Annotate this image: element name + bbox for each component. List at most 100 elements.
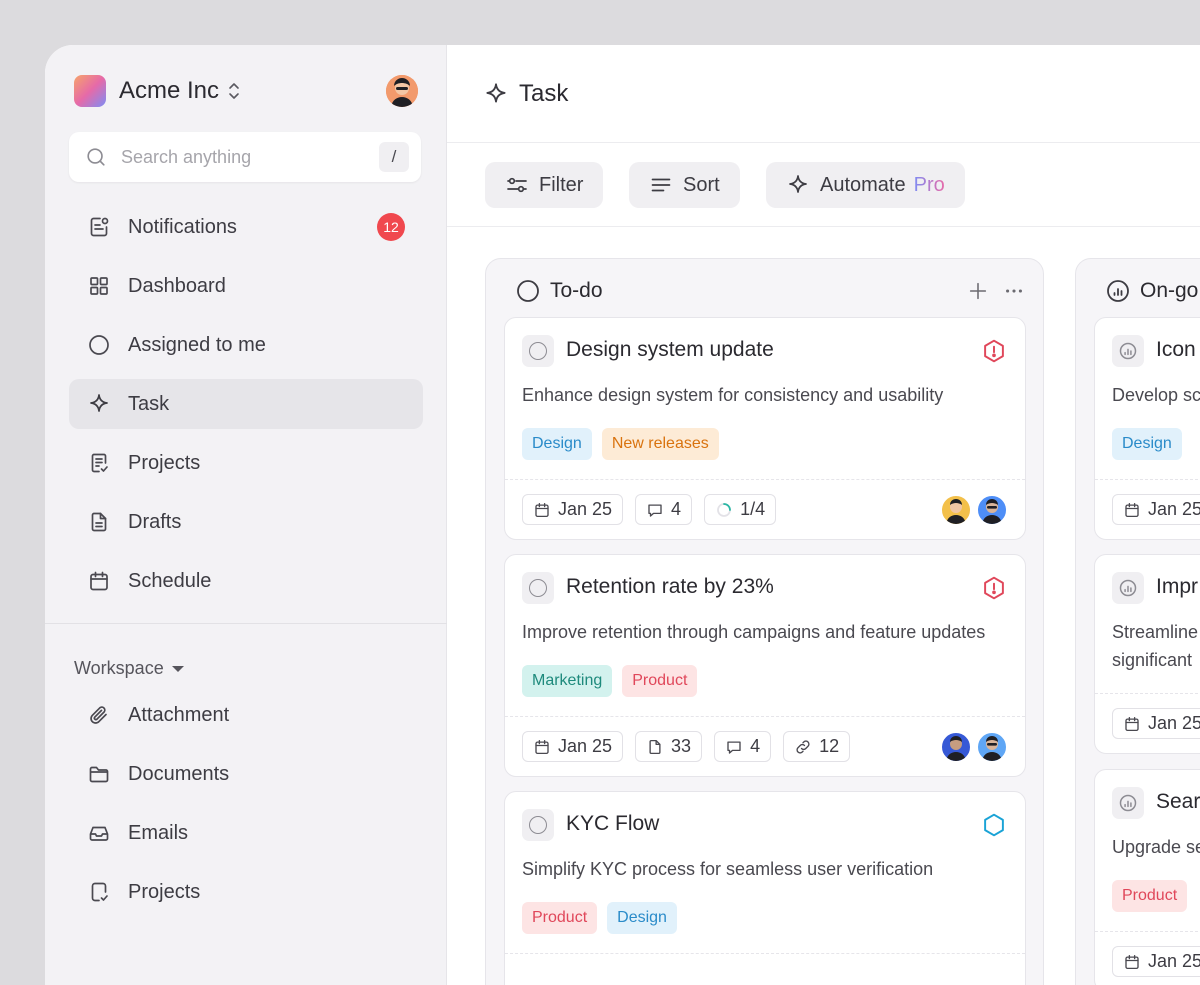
nav-label: Schedule <box>128 569 212 592</box>
comments-chip[interactable]: 4 <box>635 494 693 525</box>
assignee-avatar[interactable] <box>976 494 1008 526</box>
page-header: Task <box>447 45 1200 143</box>
dashboard-grid-icon <box>90 277 108 295</box>
more-horizontal-icon[interactable] <box>1003 280 1025 302</box>
todo-circle-icon <box>517 280 539 302</box>
task-description: Improve retention through campaigns and … <box>522 622 986 642</box>
comments-chip[interactable]: 4 <box>714 731 772 762</box>
task-checkbox[interactable] <box>522 335 554 367</box>
assignee-avatar[interactable] <box>940 494 972 526</box>
column-todo: To-do Design system update Enhance desig… <box>485 258 1044 985</box>
folder-icon <box>89 766 109 783</box>
workspace-section-toggle[interactable]: Workspace <box>74 658 184 679</box>
due-date-chip[interactable]: Jan 25 <box>1112 946 1200 977</box>
user-avatar-image <box>386 75 418 107</box>
tag-design: Design <box>607 902 677 934</box>
task-checkbox[interactable] <box>522 809 554 841</box>
task-card[interactable]: Retention rate by 23% Improve retention … <box>504 554 1026 777</box>
sparkle-icon <box>789 175 807 193</box>
task-description: Enhance design system for consistency an… <box>522 385 944 405</box>
task-title: KYC Flow <box>566 812 660 835</box>
subtask-progress-chip[interactable]: 1/4 <box>704 494 777 525</box>
due-date-chip[interactable]: Jan 25 <box>1112 494 1200 525</box>
sparkle-icon <box>90 394 108 412</box>
plus-icon[interactable] <box>967 280 989 302</box>
nav-item-workspace-projects[interactable]: Projects <box>69 867 423 917</box>
task-title: Retention rate by 23% <box>566 575 774 598</box>
filter-label: Filter <box>539 173 584 196</box>
filter-button[interactable]: Filter <box>485 162 604 208</box>
user-avatar[interactable] <box>386 75 418 107</box>
task-status-icon[interactable] <box>1112 787 1144 819</box>
nav-item-assigned[interactable]: Assigned to me <box>69 320 423 370</box>
task-description: Upgrade se <box>1112 837 1200 857</box>
nav-label: Assigned to me <box>128 333 266 356</box>
nav-label: Attachment <box>128 703 230 726</box>
page-title: Task <box>519 79 569 107</box>
org-logo <box>74 75 106 107</box>
nav-item-dashboard[interactable]: Dashboard <box>69 261 423 311</box>
links-chip[interactable]: 12 <box>783 731 851 762</box>
task-card[interactable]: KYC Flow Simplify KYC process for seamle… <box>504 791 1026 985</box>
assignee-avatar[interactable] <box>976 731 1008 763</box>
nav-item-schedule[interactable]: Schedule <box>69 556 423 606</box>
task-status-icon[interactable] <box>1112 572 1144 604</box>
automate-button[interactable]: Automate Pro <box>766 162 965 208</box>
org-switcher[interactable]: Acme Inc <box>74 75 418 107</box>
paperclip-icon <box>90 706 107 724</box>
file-icon <box>649 739 661 754</box>
caret-down-icon <box>171 665 184 672</box>
subtask-progress: 1/4 <box>740 499 766 519</box>
sidebar: Acme Inc Search anything / Notifications… <box>45 45 447 985</box>
nav-item-drafts[interactable]: Drafts <box>69 497 423 547</box>
comment-icon <box>727 740 741 754</box>
nav-item-emails[interactable]: Emails <box>69 808 423 858</box>
task-title: Impr <box>1156 575 1198 598</box>
due-date-chip[interactable]: Jan 25 <box>522 494 624 525</box>
org-name: Acme Inc <box>119 77 220 104</box>
priority-urgent-icon <box>984 339 1004 363</box>
comment-icon <box>648 503 662 517</box>
files-chip[interactable]: 33 <box>635 731 703 762</box>
nav-label: Drafts <box>128 510 182 533</box>
assignee-avatar[interactable] <box>940 731 972 763</box>
task-status-icon[interactable] <box>1112 335 1144 367</box>
nav-item-projects[interactable]: Projects <box>69 438 423 488</box>
notification-count-badge: 12 <box>377 213 405 241</box>
due-date-chip[interactable]: Jan 25 <box>1112 708 1200 739</box>
task-card[interactable]: Icon Develop sc Design Jan 25 <box>1094 317 1200 540</box>
workspace-label: Workspace <box>74 658 164 678</box>
sort-lines-icon <box>651 178 671 192</box>
tag-product: Product <box>522 902 598 934</box>
column-title: On-go <box>1140 279 1199 302</box>
task-description-line2: significant <box>1112 650 1193 670</box>
due-date-chip[interactable]: Jan 25 <box>522 731 624 762</box>
nav-label: Dashboard <box>128 274 226 297</box>
task-description: Streamline <box>1112 622 1199 642</box>
nav-item-task[interactable]: Task <box>69 379 423 429</box>
task-card[interactable]: Impr Streamline significant Jan 25 <box>1094 554 1200 754</box>
nav-label: Projects <box>128 880 201 903</box>
nav-label: Documents <box>128 762 230 785</box>
task-title: Design system update <box>566 338 774 361</box>
pro-badge: Pro <box>913 173 945 196</box>
task-checkbox[interactable] <box>522 572 554 604</box>
due-date: Jan 25 <box>1148 499 1200 519</box>
nav-item-documents[interactable]: Documents <box>69 749 423 799</box>
nav-item-attachment[interactable]: Attachment <box>69 690 423 740</box>
due-date: Jan 25 <box>558 499 613 519</box>
document-icon <box>91 512 107 532</box>
chart-circle-icon <box>1107 280 1129 302</box>
task-card[interactable]: Sear Upgrade se Product Jan 25 <box>1094 769 1200 985</box>
task-title: Icon <box>1156 338 1196 361</box>
nav-item-notifications[interactable]: Notifications 12 <box>69 202 423 252</box>
file-count: 33 <box>671 736 692 756</box>
notification-icon <box>90 217 109 237</box>
priority-urgent-icon <box>984 576 1004 600</box>
task-card[interactable]: Design system update Enhance design syst… <box>504 317 1026 540</box>
sort-label: Sort <box>683 173 720 196</box>
search-input[interactable]: Search anything / <box>69 132 421 182</box>
comment-count: 4 <box>671 499 682 519</box>
main-panel: Task Filter Sort Automate Pro To-do Desi… <box>447 45 1200 985</box>
sort-button[interactable]: Sort <box>629 162 740 208</box>
